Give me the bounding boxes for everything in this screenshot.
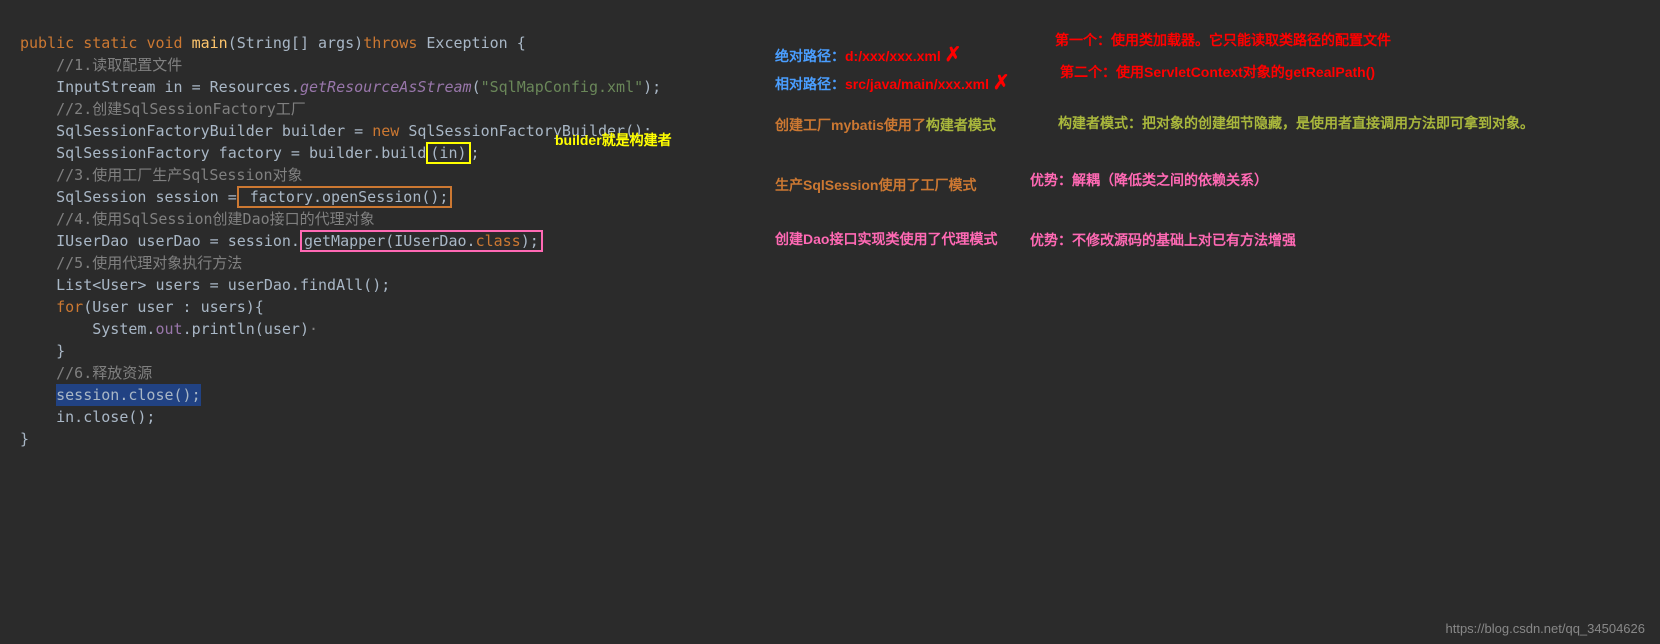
session-note-annotation: 生产SqlSession使用了工厂模式 — [775, 175, 976, 195]
dao-adv-annotation: 优势：不修改源码的基础上对已有方法增强 — [1030, 230, 1296, 250]
selected-line: session.close(); — [56, 384, 201, 406]
code-line: //2.创建SqlSessionFactory工厂 — [20, 100, 306, 118]
getmapper-highlight: getMapper(IUserDao.class); — [300, 230, 543, 252]
dao-note-annotation: 创建Dao接口实现类使用了代理模式 — [775, 225, 1005, 253]
builder-annotation: builder就是构建者 — [555, 130, 672, 150]
code-line: } — [20, 430, 29, 448]
code-line: } — [20, 342, 65, 360]
code-line: //6.释放资源 — [20, 364, 152, 382]
code-line: List<User> users = userDao.findAll(); — [20, 276, 390, 294]
first-note-annotation: 第一个：使用类加载器。它只能读取类路径的配置文件 — [1055, 30, 1391, 50]
code-line: InputStream in = Resources.getResourceAs… — [20, 78, 661, 96]
code-line: IUserDao userDao = session.getMapper(IUs… — [20, 232, 543, 250]
x-mark-icon: ✗ — [945, 44, 962, 66]
factory-note-annotation: 创建工厂mybatis使用了构建者模式 — [775, 115, 996, 135]
code-line: //4.使用SqlSession创建Dao接口的代理对象 — [20, 210, 375, 228]
code-line: for(User user : users){ — [20, 298, 264, 316]
factory-open-highlight: factory.openSession(); — [237, 186, 453, 208]
code-line: //3.使用工厂生产SqlSession对象 — [20, 166, 303, 184]
session-adv-annotation: 优势：解耦（降低类之间的依赖关系） — [1030, 170, 1268, 190]
watermark-text: https://blog.csdn.net/qq_34504626 — [1446, 621, 1646, 636]
second-note-annotation: 第二个：使用ServletContext对象的getRealPath() — [1060, 62, 1375, 82]
builder-pattern-annotation: 构建者模式：把对象的创建细节隐藏，是使用者直接调用方法即可拿到对象。 — [1058, 112, 1608, 134]
abs-path-annotation: 绝对路径：d:/xxx/xxx.xml ✗ — [775, 42, 961, 67]
code-line: //1.读取配置文件 — [20, 56, 182, 74]
code-line: session.close(); — [20, 386, 201, 404]
code-line: SqlSession session = factory.openSession… — [20, 188, 452, 206]
code-line: System.out.println(user)· — [20, 320, 318, 338]
code-line: public static void main(String[] args)th… — [20, 34, 526, 52]
code-line: //5.使用代理对象执行方法 — [20, 254, 242, 272]
rel-path-annotation: 相对路径：src/java/main/xxx.xml ✗ — [775, 70, 1010, 95]
x-mark-icon: ✗ — [993, 72, 1010, 94]
code-line: in.close(); — [20, 408, 155, 426]
in-param-highlight: (in) — [426, 142, 470, 164]
code-line: SqlSessionFactory factory = builder.buil… — [20, 144, 480, 162]
